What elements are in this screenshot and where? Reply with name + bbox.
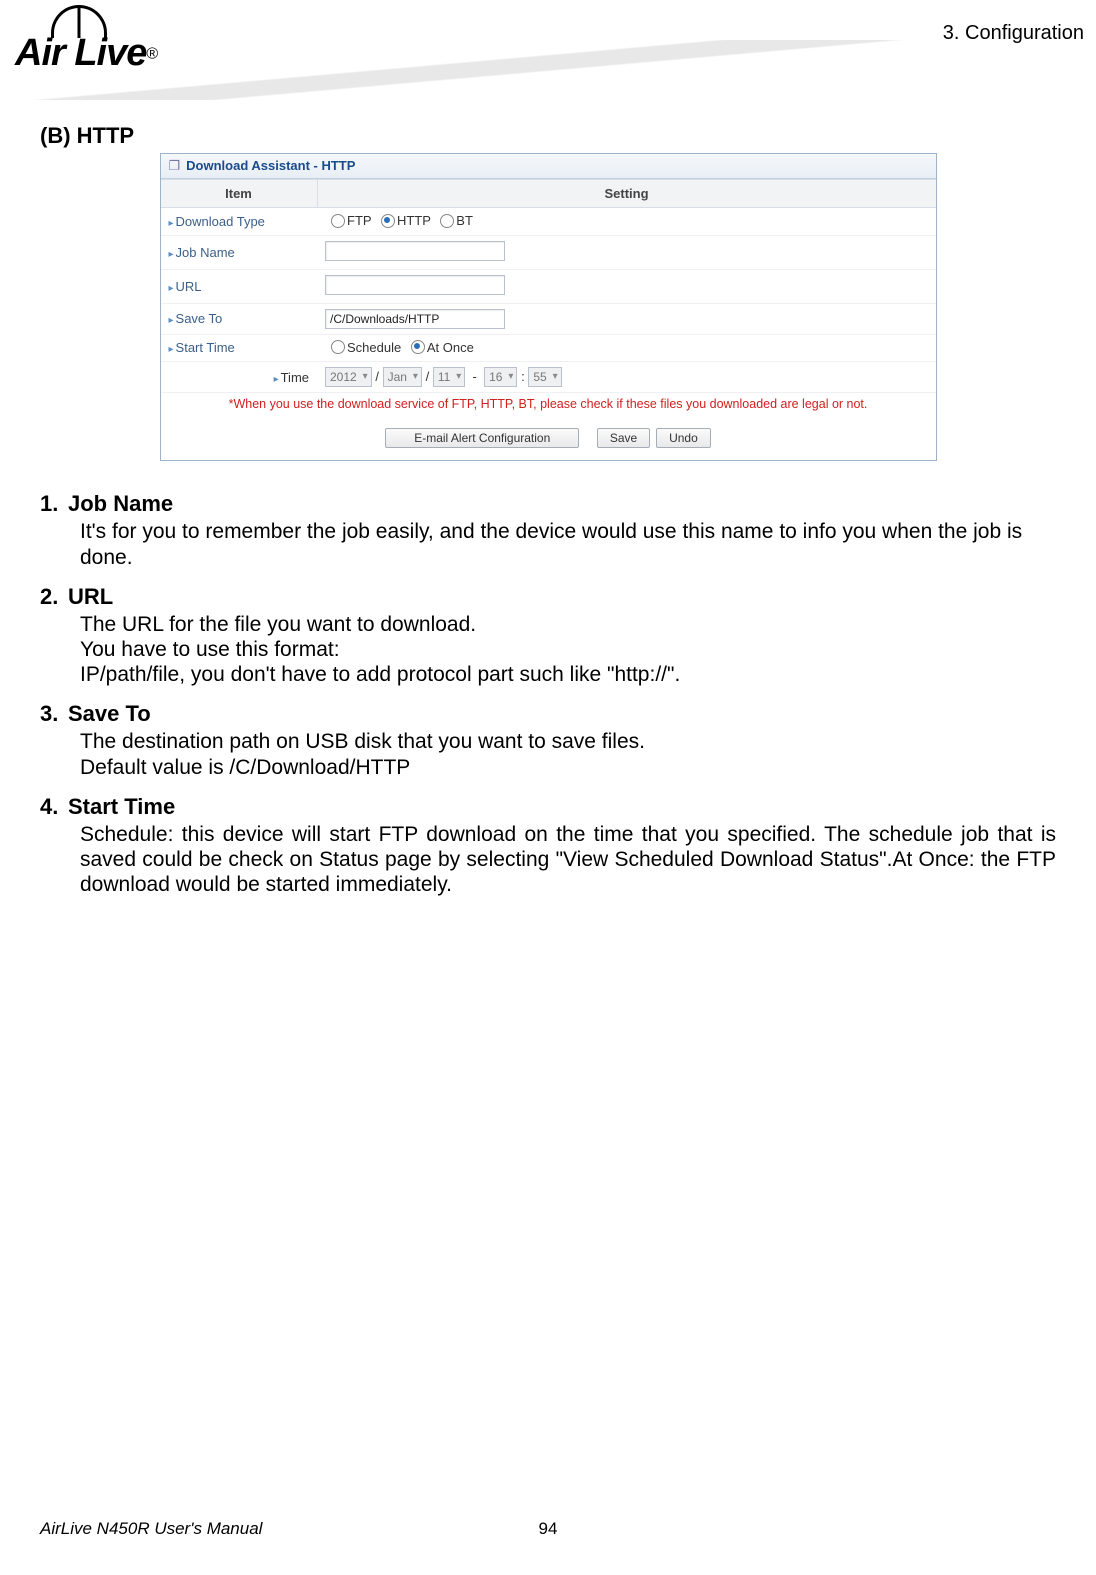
col-item: Item bbox=[161, 180, 318, 208]
panel-title: Download Assistant - HTTP bbox=[161, 154, 936, 179]
panel-warning: *When you use the download service of FT… bbox=[161, 393, 936, 414]
time-sep: - bbox=[473, 369, 477, 384]
row-time-value: 2012 / Jan / 11 - 16 : 55 bbox=[317, 362, 936, 393]
radio-bt-label: BT bbox=[456, 213, 473, 228]
radio-atonce[interactable] bbox=[411, 340, 425, 354]
doc-body: Schedule: this device will start FTP dow… bbox=[80, 822, 1056, 898]
select-month[interactable]: Jan bbox=[383, 367, 422, 387]
select-year[interactable]: 2012 bbox=[325, 367, 372, 387]
wifi-arc-icon bbox=[51, 5, 107, 38]
row-starttime-label: Start Time bbox=[161, 334, 318, 362]
footer-page-number: 94 bbox=[539, 1519, 558, 1539]
time-sep: : bbox=[521, 369, 525, 384]
doc-title: Start Time bbox=[68, 794, 175, 819]
doc-num: 1. bbox=[40, 491, 68, 517]
row-saveto-label: Save To bbox=[161, 303, 318, 334]
doc-title: URL bbox=[68, 584, 113, 609]
row-jobname-label: Job Name bbox=[161, 235, 318, 269]
chapter-label: 3. Configuration bbox=[943, 22, 1084, 45]
doc-item-3: 3.Save To The destination path on USB di… bbox=[40, 701, 1056, 779]
row-url-label: URL bbox=[161, 269, 318, 303]
undo-button[interactable]: Undo bbox=[656, 428, 711, 448]
save-button[interactable]: Save bbox=[597, 428, 650, 448]
row-time-label: Time bbox=[161, 362, 318, 393]
doc-title: Save To bbox=[68, 701, 151, 726]
col-setting: Setting bbox=[317, 180, 936, 208]
radio-ftp-label: FTP bbox=[347, 213, 371, 228]
brand-name: Air Live bbox=[15, 32, 146, 74]
radio-ftp[interactable] bbox=[331, 214, 345, 228]
doc-item-2: 2.URL The URL for the file you want to d… bbox=[40, 584, 1056, 688]
header-decor bbox=[0, 40, 1096, 100]
doc-list: 1.Job Name It's for you to remember the … bbox=[40, 491, 1056, 897]
row-download-type-value: FTP HTTP BT bbox=[317, 208, 936, 236]
radio-http-label: HTTP bbox=[397, 213, 431, 228]
doc-body: The URL for the file you want to downloa… bbox=[80, 612, 1056, 688]
select-day[interactable]: 11 bbox=[433, 367, 465, 387]
section-title: (B) HTTP bbox=[40, 123, 1056, 149]
doc-body: It's for you to remember the job easily,… bbox=[80, 519, 1056, 569]
doc-num: 3. bbox=[40, 701, 68, 727]
doc-num: 4. bbox=[40, 794, 68, 820]
doc-item-1: 1.Job Name It's for you to remember the … bbox=[40, 491, 1056, 569]
time-sep: / bbox=[375, 369, 379, 384]
config-panel: Download Assistant - HTTP Item Setting D… bbox=[160, 153, 937, 461]
radio-schedule[interactable] bbox=[331, 340, 345, 354]
radio-schedule-label: Schedule bbox=[347, 340, 401, 355]
doc-body: The destination path on USB disk that yo… bbox=[80, 729, 1056, 779]
doc-title: Job Name bbox=[68, 491, 173, 516]
url-input[interactable] bbox=[325, 275, 505, 295]
radio-bt[interactable] bbox=[440, 214, 454, 228]
registered-mark-icon: ® bbox=[146, 46, 158, 63]
radio-atonce-label: At Once bbox=[427, 340, 474, 355]
footer-manual-title: AirLive N450R User's Manual bbox=[40, 1519, 262, 1538]
time-sep: / bbox=[426, 369, 430, 384]
jobname-input[interactable] bbox=[325, 241, 505, 261]
select-minute[interactable]: 55 bbox=[528, 367, 561, 387]
radio-http[interactable] bbox=[381, 214, 395, 228]
email-alert-button[interactable]: E-mail Alert Configuration bbox=[385, 428, 579, 448]
saveto-input[interactable]: /C/Downloads/HTTP bbox=[325, 309, 505, 329]
doc-item-4: 4.Start Time Schedule: this device will … bbox=[40, 794, 1056, 898]
row-download-type-label: Download Type bbox=[161, 208, 318, 236]
select-hour[interactable]: 16 bbox=[484, 367, 517, 387]
brand-logo: Air Live® bbox=[15, 5, 158, 75]
doc-num: 2. bbox=[40, 584, 68, 610]
